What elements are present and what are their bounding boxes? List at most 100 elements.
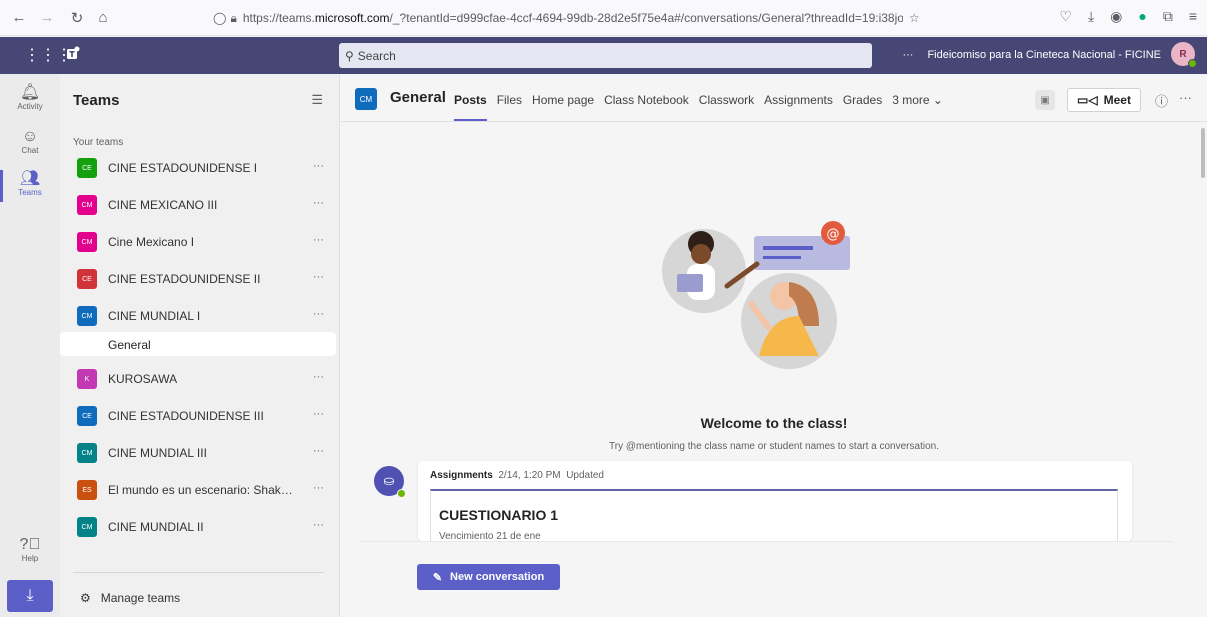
- team-more-options-icon[interactable]: ···: [313, 271, 324, 283]
- user-avatar[interactable]: R: [1171, 42, 1197, 68]
- download-app-button[interactable]: ⤓: [7, 580, 53, 612]
- team-item[interactable]: ES El mundo es un escenario: Shakespea...…: [60, 472, 338, 508]
- new-conversation-button[interactable]: ✎ New conversation: [417, 564, 560, 590]
- team-item[interactable]: CM Cine Mexicano I ···: [60, 224, 338, 260]
- team-item[interactable]: CE CINE ESTADOUNIDENSE III ···: [60, 398, 338, 434]
- teams-logo-icon: [67, 46, 80, 59]
- team-more-options-icon[interactable]: ···: [313, 308, 324, 320]
- tab-classwork[interactable]: Classwork: [699, 93, 754, 107]
- downloads-icon[interactable]: ⤓: [1088, 8, 1094, 25]
- channel-header: CM General Posts Files Home page Class N…: [341, 74, 1207, 122]
- teams-sidebar: Teams ☰ Your teams CE CINE ESTADOUNIDENSE…: [60, 74, 340, 617]
- meet-button[interactable]: ▭◁ Meet: [1067, 88, 1141, 112]
- tab-home-page[interactable]: Home page: [532, 93, 594, 107]
- rail-teams[interactable]: 👥︎ Teams: [0, 170, 60, 202]
- section-label: Your teams: [73, 137, 124, 148]
- assignment-due: Vencimiento 21 de ene: [439, 531, 541, 541]
- team-name: CINE MUNDIAL II: [108, 520, 204, 534]
- team-item[interactable]: CE CINE ESTADOUNIDENSE II ···: [60, 261, 338, 297]
- team-item[interactable]: CE CINE ESTADOUNIDENSE I ···: [60, 150, 338, 186]
- gear-icon: ⚙: [80, 591, 91, 605]
- tab-grades[interactable]: Grades: [843, 93, 882, 107]
- filter-icon[interactable]: ☰: [311, 92, 323, 108]
- post-author: Assignments: [430, 470, 493, 481]
- channel-general[interactable]: General: [60, 332, 336, 356]
- help-icon: ?⃝: [19, 536, 41, 553]
- menu-icon[interactable]: ≡: [1189, 8, 1197, 25]
- team-item[interactable]: CM CINE MUNDIAL III ···: [60, 435, 338, 471]
- team-more-options-icon[interactable]: ···: [313, 160, 324, 172]
- assignments-bot-avatar[interactable]: ⛀: [374, 466, 406, 498]
- tab-class-notebook[interactable]: Class Notebook: [604, 93, 689, 107]
- team-more-options-icon[interactable]: ···: [313, 234, 324, 246]
- team-avatar: CE: [77, 269, 97, 289]
- info-icon[interactable]: ⓘ: [1155, 91, 1168, 110]
- bell-icon: 🔔︎: [19, 84, 41, 101]
- teams-icon: 👥︎: [19, 170, 41, 187]
- tab-files[interactable]: Files: [497, 93, 522, 107]
- team-name: CINE MEXICANO III: [108, 198, 218, 212]
- assignment-title: CUESTIONARIO 1: [439, 507, 559, 523]
- team-more-options-icon[interactable]: ···: [313, 519, 324, 531]
- team-item[interactable]: CM CINE MUNDIAL II ···: [60, 509, 338, 545]
- tab-posts[interactable]: Posts: [454, 93, 487, 121]
- team-name: Cine Mexicano I: [108, 235, 195, 249]
- tab-more[interactable]: 3 more ⌄: [892, 93, 943, 107]
- team-more-options-icon[interactable]: ···: [313, 445, 324, 457]
- assignment-card[interactable]: CUESTIONARIO 1 Vencimiento 21 de ene: [430, 489, 1118, 541]
- rail-chat[interactable]: ☺ Chat: [0, 128, 60, 155]
- compose-divider: [361, 541, 1173, 551]
- search-input[interactable]: ⚲ Search: [339, 43, 872, 68]
- team-item[interactable]: K KUROSAWA ···: [60, 361, 338, 397]
- pocket-icon[interactable]: ♡: [1059, 8, 1072, 25]
- search-icon: ⚲: [345, 48, 354, 63]
- more-options-icon[interactable]: ···: [1179, 90, 1192, 105]
- welcome-subtitle: Try @mentioning the class name or studen…: [609, 441, 939, 452]
- lock-icon[interactable]: 🔒︎: [230, 11, 236, 26]
- address-bar[interactable]: ◯ 🔒︎ https://teams.microsoft.com/_?tenan…: [213, 5, 948, 31]
- account-icon[interactable]: ◉: [1110, 8, 1122, 25]
- rail-activity[interactable]: 🔔︎ Activity: [0, 84, 60, 111]
- compose-icon: ✎: [432, 571, 443, 584]
- sidebar-title: Teams: [73, 92, 120, 109]
- team-name: CINE ESTADOUNIDENSE II: [108, 272, 261, 286]
- team-tile: CM: [355, 88, 377, 110]
- team-more-options-icon[interactable]: ···: [313, 197, 324, 209]
- back-arrow-icon[interactable]: ←: [8, 9, 30, 26]
- clipboard-icon[interactable]: ▣: [1035, 90, 1055, 110]
- url-text[interactable]: https://teams.microsoft.com/_?tenantId=d…: [243, 11, 903, 25]
- forward-arrow-icon[interactable]: →: [36, 9, 58, 26]
- app-launcher-icon[interactable]: ⋮⋮⋮: [24, 45, 72, 65]
- extension-icon[interactable]: ●: [1138, 8, 1146, 25]
- reload-icon[interactable]: ↻: [66, 9, 88, 27]
- team-avatar: CM: [77, 195, 97, 215]
- scrollbar[interactable]: [1201, 128, 1205, 178]
- org-switcher[interactable]: ··· Fideicomiso para la Cineteca Naciona…: [902, 49, 1161, 61]
- team-more-options-icon[interactable]: ···: [313, 371, 324, 383]
- team-name: El mundo es un escenario: Shakespea...: [108, 483, 294, 497]
- bookmark-star-icon[interactable]: ☆: [909, 11, 920, 25]
- team-more-options-icon[interactable]: ···: [313, 408, 324, 420]
- team-avatar: K: [77, 369, 97, 389]
- post-card[interactable]: Assignments 2/14, 1:20 PM Updated CUESTI…: [418, 461, 1132, 541]
- team-more-options-icon[interactable]: ···: [313, 482, 324, 494]
- home-icon[interactable]: ⌂: [92, 9, 114, 26]
- org-name[interactable]: Fideicomiso para la Cineteca Nacional - …: [927, 49, 1161, 61]
- post-status: Updated: [566, 470, 604, 481]
- shield-icon[interactable]: ◯: [213, 11, 226, 25]
- post-meta: Assignments 2/14, 1:20 PM Updated: [430, 470, 604, 481]
- rail-help[interactable]: ?⃝ Help: [0, 536, 60, 563]
- team-item[interactable]: CM CINE MEXICANO III ···: [60, 187, 338, 223]
- backpack-icon: ⛀: [383, 473, 395, 488]
- chat-icon: ☺: [21, 128, 39, 145]
- team-item[interactable]: CM CINE MUNDIAL I ···: [60, 298, 338, 334]
- team-avatar: CM: [77, 517, 97, 537]
- channel-main: CM General Posts Files Home page Class N…: [341, 74, 1207, 617]
- more-options-icon[interactable]: ···: [902, 49, 913, 61]
- team-avatar: ES: [77, 480, 97, 500]
- download-icon: ⤓: [26, 587, 34, 604]
- tab-assignments[interactable]: Assignments: [764, 93, 833, 107]
- team-name: CINE MUNDIAL III: [108, 446, 207, 460]
- manage-teams-button[interactable]: ⚙ Manage teams: [80, 591, 180, 605]
- extensions-puzzle-icon[interactable]: ⧉: [1163, 8, 1173, 25]
